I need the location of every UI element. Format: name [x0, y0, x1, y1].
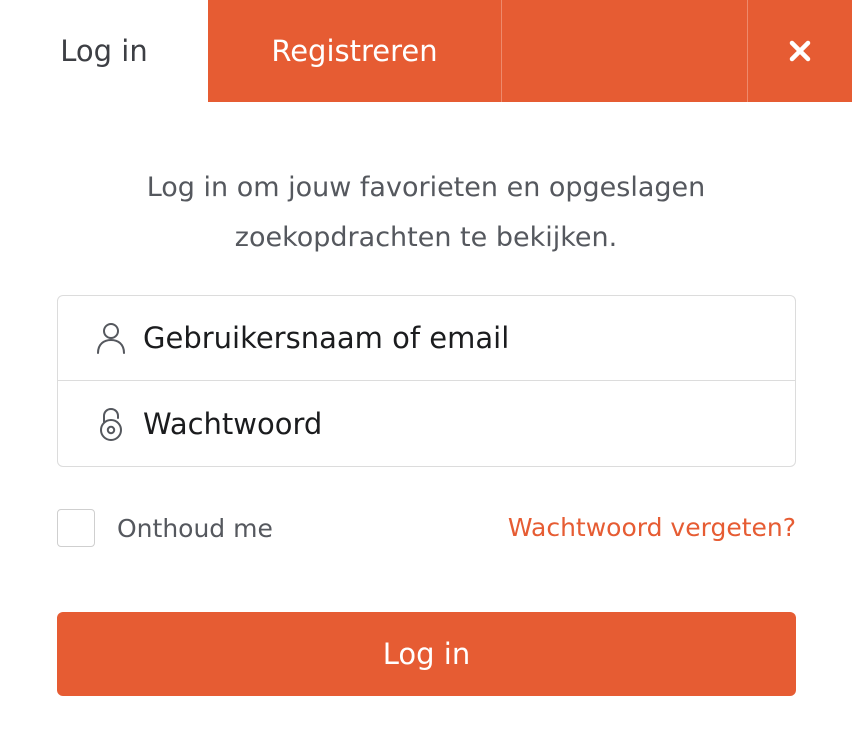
forgot-password-link[interactable]: Wachtwoord vergeten? [508, 513, 796, 542]
login-button[interactable]: Log in [57, 612, 796, 696]
tab-bar-spacer [501, 0, 747, 102]
username-placeholder: Gebruikersnaam of email [143, 321, 510, 355]
remember-checkbox[interactable] [57, 509, 95, 547]
username-field[interactable]: Gebruikersnaam of email [58, 296, 795, 381]
intro-line-2: zoekopdrachten te bekijken. [234, 222, 618, 253]
remember-me[interactable]: Onthoud me [57, 508, 273, 548]
password-field[interactable]: Wachtwoord [58, 381, 795, 466]
intro-line-1: Log in om jouw favorieten en opgeslagen [146, 172, 706, 203]
tab-login-label: Log in [60, 34, 148, 68]
tab-login[interactable]: Log in [0, 0, 208, 102]
user-icon [97, 323, 125, 354]
close-button[interactable] [747, 0, 852, 102]
lock-icon [100, 407, 122, 441]
tab-register-label: Registreren [271, 34, 438, 68]
close-icon [789, 40, 811, 62]
tab-bar: Log in Registreren [0, 0, 852, 102]
password-placeholder: Wachtwoord [143, 406, 323, 441]
login-fields: Gebruikersnaam of email Wachtwoord [57, 295, 796, 467]
intro-text: Log in om jouw favorieten en opgeslagen … [0, 163, 852, 263]
remember-label: Onthoud me [117, 513, 273, 543]
tab-register[interactable]: Registreren [208, 0, 501, 102]
